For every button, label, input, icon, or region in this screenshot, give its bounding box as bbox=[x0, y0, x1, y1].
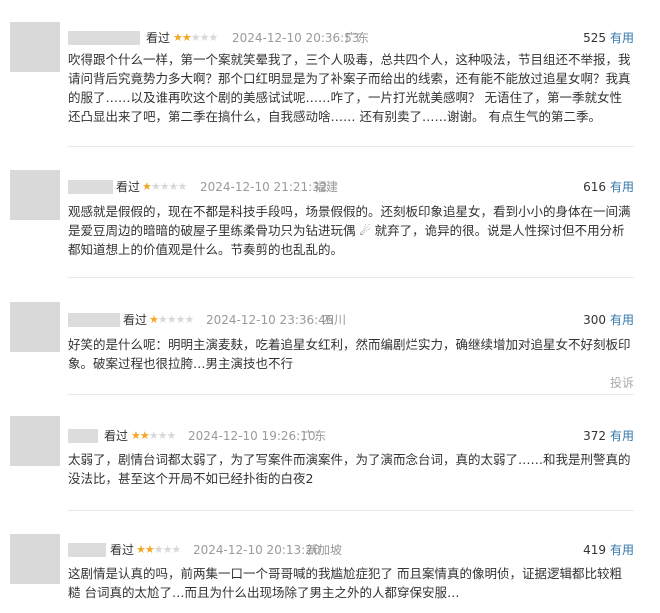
report-button[interactable]: 投诉 bbox=[610, 374, 634, 391]
star-icon: ★ bbox=[166, 429, 177, 442]
divider bbox=[68, 510, 634, 511]
comment-text: 吹得跟个什么一样，第一个案就笑晕我了，三个人吸毒，总共四个人，这种吸法，节目组还… bbox=[68, 52, 631, 124]
star-icon: ★ bbox=[168, 180, 179, 193]
star-icon: ★ bbox=[139, 429, 150, 442]
watch-status: 看过 bbox=[104, 429, 129, 443]
avatar[interactable] bbox=[10, 302, 60, 352]
avatar[interactable] bbox=[10, 416, 60, 466]
star-icon: ★ bbox=[148, 429, 159, 442]
comment-time: 2024-12-10 23:36:46 bbox=[206, 313, 334, 327]
avatar[interactable] bbox=[10, 22, 60, 72]
useful-button[interactable]: 有用 bbox=[610, 313, 634, 327]
comment-time: 2024-12-10 21:21:32 bbox=[200, 180, 328, 194]
divider bbox=[68, 277, 634, 278]
star-icon: ★ bbox=[149, 313, 159, 326]
star-icon: ★ bbox=[175, 313, 186, 326]
useful-count: 372 bbox=[583, 429, 606, 443]
comment-text: 观感就是假假的，现在不都是科技手段吗，场景假假的。还刻板印象追星女，看到小小的身… bbox=[68, 204, 631, 257]
username-redacted[interactable] bbox=[68, 31, 140, 45]
star-icon: ★ bbox=[171, 543, 182, 556]
rating-stars: ★★★★★ bbox=[136, 543, 182, 557]
star-icon: ★ bbox=[144, 543, 155, 556]
useful-button[interactable]: 有用 bbox=[610, 180, 634, 194]
comment-location: 广东 bbox=[345, 31, 370, 45]
star-icon: ★ bbox=[181, 31, 192, 44]
star-icon: ★ bbox=[173, 31, 183, 44]
useful-vote: 525 有用 bbox=[583, 31, 634, 45]
rating-stars: ★★★★★ bbox=[142, 180, 188, 194]
star-icon: ★ bbox=[159, 180, 170, 193]
comment-location: 新加坡 bbox=[306, 543, 343, 557]
star-icon: ★ bbox=[131, 429, 141, 442]
useful-button[interactable]: 有用 bbox=[610, 543, 634, 557]
rating-stars: ★★★★★ bbox=[149, 313, 195, 327]
star-icon: ★ bbox=[166, 313, 177, 326]
useful-count: 300 bbox=[583, 313, 606, 327]
star-icon: ★ bbox=[150, 180, 161, 193]
star-icon: ★ bbox=[157, 429, 168, 442]
watch-status: 看过 bbox=[123, 313, 148, 327]
comment-time: 2024-12-10 19:26:10 bbox=[188, 429, 316, 443]
username-redacted[interactable] bbox=[68, 543, 106, 557]
comment-location: 广东 bbox=[302, 429, 327, 443]
useful-vote: 419 有用 bbox=[583, 543, 634, 557]
star-icon: ★ bbox=[190, 31, 201, 44]
divider bbox=[68, 394, 634, 395]
comment-text: 好笑的是什么呢：明明主演麦麸，吃着追星女红利，然而编剧烂实力，确继续增加对追星女… bbox=[68, 337, 631, 371]
rating-stars: ★★★★★ bbox=[173, 31, 219, 45]
avatar[interactable] bbox=[10, 534, 60, 584]
comment-time: 2024-12-10 20:13:20 bbox=[193, 543, 321, 557]
comment-time: 2024-12-10 20:36:53 bbox=[232, 31, 360, 45]
star-icon: ★ bbox=[184, 313, 195, 326]
useful-count: 616 bbox=[583, 180, 606, 194]
star-icon: ★ bbox=[157, 313, 168, 326]
star-icon: ★ bbox=[136, 543, 146, 556]
comment-text: 这剧情是认真的吗，前两集一口一个哥哥喊的我尴尬症犯了 而且案情真的像明侦，证据逻… bbox=[68, 566, 622, 600]
useful-count: 525 bbox=[583, 31, 606, 45]
useful-count: 419 bbox=[583, 543, 606, 557]
star-icon: ★ bbox=[142, 180, 152, 193]
comment-location: 四川 bbox=[322, 313, 347, 327]
divider bbox=[68, 146, 634, 147]
useful-button[interactable]: 有用 bbox=[610, 429, 634, 443]
username-redacted[interactable] bbox=[68, 180, 113, 194]
star-icon: ★ bbox=[177, 180, 188, 193]
star-icon: ★ bbox=[162, 543, 173, 556]
star-icon: ★ bbox=[153, 543, 164, 556]
useful-vote: 616 有用 bbox=[583, 180, 634, 194]
star-icon: ★ bbox=[208, 31, 219, 44]
comment-text: 太弱了，剧情台词都太弱了，为了写案件而演案件，为了演而念台词，真的太弱了……和我… bbox=[68, 452, 631, 486]
watch-status: 看过 bbox=[146, 31, 171, 45]
useful-button[interactable]: 有用 bbox=[610, 31, 634, 45]
watch-status: 看过 bbox=[116, 180, 141, 194]
comment-location: 福建 bbox=[314, 180, 339, 194]
star-icon: ★ bbox=[199, 31, 210, 44]
useful-vote: 372 有用 bbox=[583, 429, 634, 443]
rating-stars: ★★★★★ bbox=[131, 429, 177, 443]
watch-status: 看过 bbox=[110, 543, 135, 557]
username-redacted[interactable] bbox=[68, 313, 120, 327]
username-redacted[interactable] bbox=[68, 429, 98, 443]
useful-vote: 300 有用 bbox=[583, 313, 634, 327]
avatar[interactable] bbox=[10, 170, 60, 220]
